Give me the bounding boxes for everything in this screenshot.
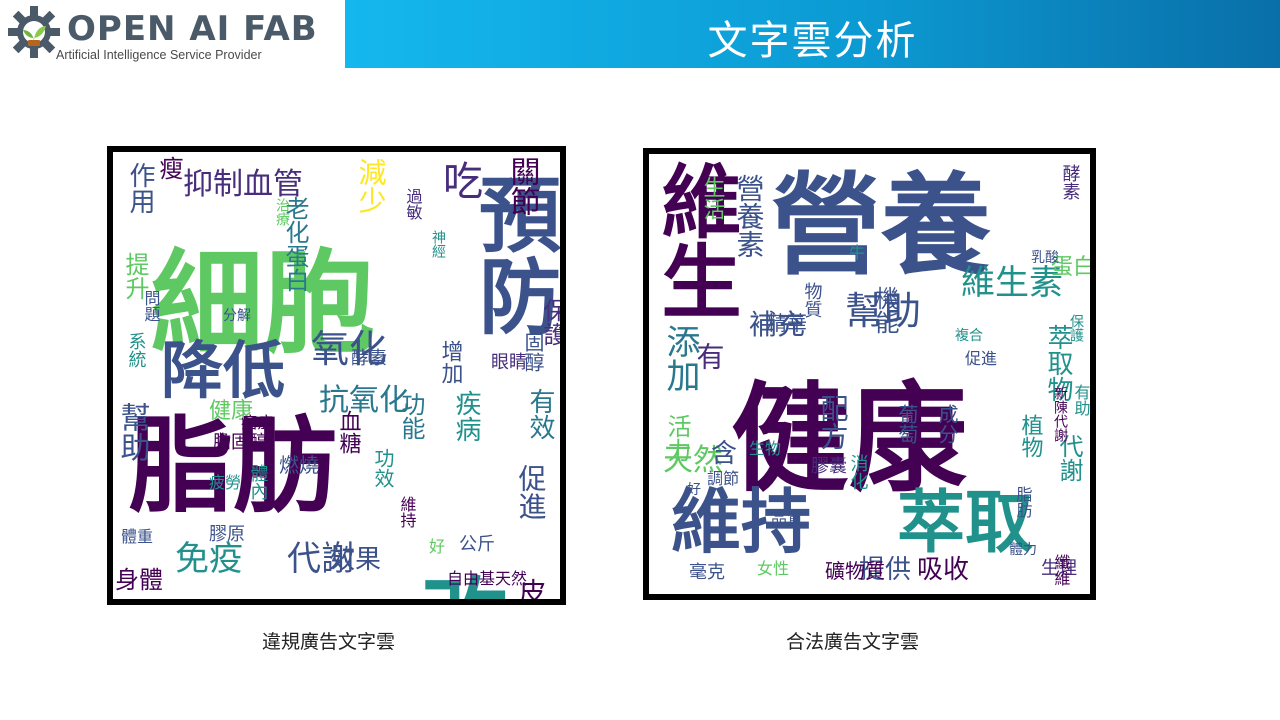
cloud-word: 吸收 <box>917 555 969 585</box>
cloud-word: 系統 <box>126 332 147 368</box>
cloud-word: 增加 <box>438 340 464 384</box>
title-bar: 文字雲分析 <box>345 0 1280 68</box>
cloud-word: 成分 <box>935 404 959 444</box>
cloud-word: 保護 <box>1068 314 1084 342</box>
cloud-word: 瘦 <box>155 156 183 180</box>
cloud-word: 乳酸 <box>1031 250 1059 266</box>
caption-legal: 合法廣告文字雲 <box>786 631 920 653</box>
cloud-word: 維生 <box>649 160 742 320</box>
logo-title: OPEN AI FAB <box>67 9 318 49</box>
cloud-word: 生物 <box>749 439 781 458</box>
cloud-word: 調節 <box>707 469 739 488</box>
cloud-word: 消化 <box>848 454 869 490</box>
cloud-word: 促進 <box>965 349 997 368</box>
cloud-word: 酵素 <box>1060 164 1081 200</box>
cloud-word: 幫助 <box>115 402 150 462</box>
cloud-word: 有 <box>693 342 726 370</box>
cloud-word: 膠囊 <box>811 456 847 477</box>
word-cloud-legal-canvas: 營養健康維生維持 萃取幫助維生素補充添加有天然活力 含配方提供 吸收機能營養素萃取物蛋… <box>649 160 1091 586</box>
cloud-word: 免疫 <box>175 539 243 579</box>
cloud-word: 作用 <box>125 162 155 214</box>
cloud-word: 燃燒 <box>279 453 319 477</box>
cloud-word: 複合 <box>955 327 983 344</box>
cloud-word: 活力 <box>663 414 691 462</box>
cloud-word: 效果 <box>329 545 381 575</box>
cloud-word: 機能 <box>871 286 899 334</box>
cloud-word: 女性 <box>757 559 789 578</box>
cloud-word: 治療 <box>274 198 290 226</box>
cloud-word: 牛 <box>849 243 865 262</box>
cloud-word: 物質 <box>802 282 823 318</box>
cloud-word: 植物 <box>1018 414 1044 458</box>
slide-title: 文字雲分析 <box>707 18 918 64</box>
cloud-word: 體內 <box>248 464 269 500</box>
cloud-word: 血糖 <box>336 410 362 454</box>
cloud-word: 體重 <box>121 527 153 546</box>
cloud-word: 減少 <box>355 158 388 214</box>
cloud-word: 配方 <box>817 394 850 450</box>
cloud-word: 癌症 <box>241 413 273 432</box>
cloud-word: 好 <box>687 482 701 498</box>
cloud-word: 營養素 <box>733 174 766 258</box>
header: OPEN AI FAB Artificial Intelligence Serv… <box>0 0 1280 68</box>
word-cloud-violating-canvas: 細胞脂肪改善預防降低抑制血管減少吃關節氧化抗氧化免疫代謝身體效果皮膚促進有效健康… <box>115 156 561 599</box>
cloud-word: 關節 <box>505 156 540 216</box>
cloud-word: 降低 <box>161 334 285 407</box>
cloud-word: 纖維 <box>1052 554 1071 586</box>
cloud-word: 身體 <box>115 566 163 594</box>
cloud-word: 維生素 <box>961 263 1063 303</box>
cloud-word: 好 <box>429 537 445 556</box>
cloud-word: 品質 <box>771 509 803 528</box>
cloud-word: 新陳代謝 <box>1052 386 1068 442</box>
logo-subtitle: Artificial Intelligence Service Provider <box>56 48 262 62</box>
cloud-word: 抗氧化 <box>319 383 409 418</box>
cloud-word: 疾病 <box>451 390 481 442</box>
cloud-word: 過敏 <box>404 188 423 221</box>
cloud-word: 毫克 <box>689 562 725 583</box>
cloud-word: 吃 <box>436 160 482 200</box>
cloud-word: 礦物質 <box>825 559 885 583</box>
cloud-word: 生活 <box>700 176 726 220</box>
cloud-word: 維持 <box>398 496 417 529</box>
cloud-word: 膠原 <box>209 524 245 545</box>
cloud-word: 神經 <box>430 230 446 259</box>
cloud-word: 含 <box>711 439 737 469</box>
cloud-word: 自由基天然 <box>447 569 527 588</box>
cloud-word: 促進 <box>515 464 548 520</box>
word-cloud-legal: 營養 健康 維生 維持 萃取 幫助 維生素 補充 添加有天然 活力含配方 提供 吸收 機能 營養素 萃取物蛋… <box>643 148 1096 600</box>
cloud-word: 體力 <box>1009 542 1037 558</box>
cloud-word: 公斤 <box>459 534 495 555</box>
cloud-word: 疲勞 <box>209 473 241 492</box>
caption-violating: 違規廣告文字雲 <box>262 631 396 653</box>
word-cloud-violating: 細胞脂肪改善預防降低抑制血管減少吃關節氧化抗氧化免疫代謝身體效果皮膚促進有效健康… <box>107 146 566 605</box>
cloud-word: 功效 <box>371 448 395 488</box>
cloud-word: 葡萄 <box>895 404 919 445</box>
cloud-word: 問題 <box>142 290 161 322</box>
cloud-word: 眼睛 <box>491 352 527 373</box>
cloud-word: 營養 <box>771 162 991 290</box>
cloud-word: 功能 <box>397 392 425 440</box>
logo[interactable]: OPEN AI FAB Artificial Intelligence Serv… <box>0 0 345 68</box>
cloud-word: 酵素 <box>351 348 387 369</box>
cloud-word: 分解 <box>223 308 251 324</box>
gear-logo-icon <box>8 6 60 58</box>
cloud-word: 有效 <box>525 388 555 440</box>
cloud-word: 膽固醇 <box>213 432 267 453</box>
cloud-word: 有助 <box>1072 384 1091 417</box>
cloud-word: 脂肪 <box>1014 486 1033 519</box>
